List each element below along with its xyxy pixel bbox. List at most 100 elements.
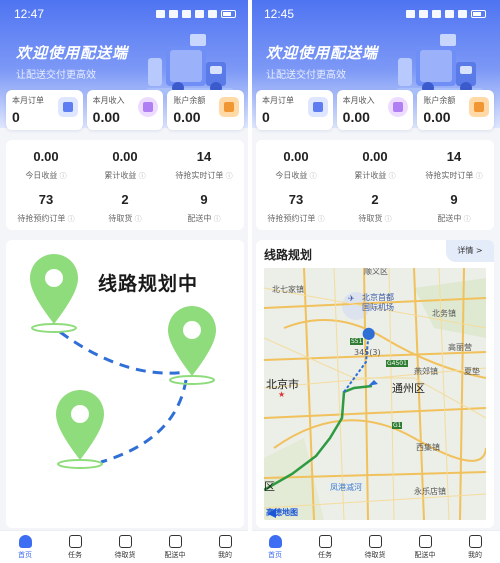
- stat-label: 累计收益: [85, 170, 165, 181]
- capital-star-icon: ★: [278, 390, 286, 399]
- account-balance-card[interactable]: 账户余额 0.00: [417, 90, 495, 130]
- monthly-income-card[interactable]: 本月收入 0.00: [336, 90, 414, 130]
- stat-realtime-orders[interactable]: 14 待抢实时订单: [414, 149, 494, 181]
- stats-panel: 0.00 今日收益 0.00 累计收益 14 待抢实时订单 73 待抢预约订单 …: [256, 140, 494, 230]
- stat-delivering[interactable]: 9 配送中: [164, 192, 244, 224]
- pin-icon: [56, 390, 104, 460]
- tab-label: 我的: [468, 551, 482, 559]
- stat-label: 今日收益: [6, 170, 86, 181]
- tab-delivering[interactable]: 配送中: [400, 531, 450, 563]
- stat-reserved-orders[interactable]: 73 待抢预约订单: [256, 192, 336, 224]
- monthly-income-card[interactable]: 本月收入 0.00: [86, 90, 164, 130]
- monthly-orders-card[interactable]: 本月订单 0: [6, 90, 83, 130]
- phone-right: 12:45 欢迎使用配送端 让配送交付更高效 本月订单 0 本月收入 0.00 …: [250, 0, 500, 563]
- stat-value: 0.00: [362, 149, 388, 164]
- stat-value: 9: [200, 192, 208, 207]
- tab-profile[interactable]: 我的: [450, 531, 500, 563]
- nfc-icon: [406, 10, 415, 18]
- summary-cards: 本月订单 0 本月收入 0.00 账户余额 0.00: [256, 90, 495, 130]
- status-time: 12:45: [264, 7, 295, 21]
- map-label: 345(3): [354, 348, 381, 357]
- battery-icon: [471, 10, 486, 18]
- tab-pending-pickup[interactable]: 待取货: [350, 531, 400, 563]
- stat-value: 2: [371, 192, 379, 207]
- amap-logo: 高德地图: [266, 508, 298, 517]
- stat-delivering[interactable]: 9 配送中: [414, 192, 494, 224]
- tab-pending-pickup[interactable]: 待取货: [100, 531, 150, 563]
- welcome-subtitle: 让配送交付更高效: [266, 70, 346, 81]
- stat-label: 待抢预约订单: [256, 213, 336, 224]
- stat-realtime-orders[interactable]: 14 待抢实时订单: [164, 149, 244, 181]
- tab-profile[interactable]: 我的: [200, 531, 250, 563]
- account-balance-card[interactable]: 账户余额 0.00: [167, 90, 245, 130]
- route-title: 线路规划: [264, 248, 313, 262]
- status-bar: 12:45: [250, 0, 500, 28]
- stat-today-earnings[interactable]: 0.00 今日收益: [6, 149, 86, 181]
- route-map[interactable]: 顺义区 北七家镇 北京首都 国际机场 ✈ 北务镇 高丽营 S51 G4501 G…: [264, 268, 486, 520]
- stat-value: 0.00: [283, 149, 309, 164]
- monthly-orders-card[interactable]: 本月订单 0: [256, 90, 333, 130]
- tab-label: 任务: [68, 551, 82, 559]
- clipboard-icon: [307, 97, 328, 117]
- wifi-icon: [445, 10, 454, 18]
- pin-icon: [30, 254, 78, 324]
- stat-pending-pickup[interactable]: 2 待取货: [85, 192, 165, 224]
- map-label: 北七家镇: [272, 285, 304, 294]
- location-icon: [182, 10, 191, 18]
- wallet-icon: [469, 97, 490, 117]
- tab-home[interactable]: 首页: [250, 531, 300, 563]
- package-icon: [118, 535, 132, 548]
- stat-value: 73: [38, 192, 54, 207]
- stat-label: 待取货: [335, 213, 415, 224]
- tab-home[interactable]: 首页: [0, 531, 50, 563]
- stat-total-earnings[interactable]: 0.00 累计收益: [335, 149, 415, 181]
- pin-icon: [168, 306, 216, 376]
- tab-tasks[interactable]: 任务: [50, 531, 100, 563]
- map-label: 永乐店镇: [414, 487, 446, 496]
- stats-panel: 0.00 今日收益 0.00 累计收益 14 待抢实时订单 73 待抢预约订单 …: [6, 140, 244, 230]
- tab-label: 配送中: [164, 551, 186, 559]
- signal-icon: [458, 10, 467, 18]
- destination-pin-icon[interactable]: ⬤: [362, 326, 375, 340]
- stat-label: 今日收益: [256, 170, 336, 181]
- road-sign: G4501: [386, 360, 408, 367]
- divider: [248, 0, 252, 563]
- wifi-icon: [195, 10, 204, 18]
- tab-delivering[interactable]: 配送中: [150, 531, 200, 563]
- nfc-icon: [156, 10, 165, 18]
- stat-pending-pickup[interactable]: 2 待取货: [335, 192, 415, 224]
- map-label: 北务镇: [432, 309, 456, 318]
- map-label: 夏垫: [464, 367, 480, 376]
- location-icon: [432, 10, 441, 18]
- stat-value: 0.00: [112, 149, 138, 164]
- tab-label: 配送中: [414, 551, 436, 559]
- map-label: 西集镇: [416, 443, 440, 452]
- route-detail-button[interactable]: 详情 >: [446, 240, 494, 262]
- tab-tasks[interactable]: 任务: [300, 531, 350, 563]
- welcome-title: 欢迎使用配送端: [16, 44, 129, 62]
- map-label: 顺义区: [364, 268, 388, 276]
- delivering-icon: [418, 535, 432, 548]
- road-sign: G1: [392, 422, 403, 429]
- tab-label: 首页: [268, 551, 282, 559]
- home-icon: [18, 535, 32, 548]
- tab-label: 任务: [318, 551, 332, 559]
- map-label: 燕郊镇: [414, 367, 438, 376]
- stat-total-earnings[interactable]: 0.00 累计收益: [85, 149, 165, 181]
- clipboard-icon: [57, 97, 78, 117]
- stat-today-earnings[interactable]: 0.00 今日收益: [256, 149, 336, 181]
- bluetooth-icon: [169, 10, 178, 18]
- home-icon: [268, 535, 282, 548]
- route-planning-panel: 线路规划中: [6, 240, 244, 528]
- airport-icon: ✈: [348, 294, 355, 303]
- stat-value: 14: [196, 149, 212, 164]
- map-label: 区: [264, 480, 275, 493]
- stat-value: 2: [121, 192, 129, 207]
- map-label: 通州区: [392, 382, 425, 395]
- stat-value: 14: [446, 149, 462, 164]
- stat-reserved-orders[interactable]: 73 待抢预约订单: [6, 192, 86, 224]
- status-icons: [406, 10, 486, 18]
- signal-icon: [208, 10, 217, 18]
- stat-value: 9: [450, 192, 458, 207]
- screenshot-pair: 12:47 欢迎使用配送端 让配送交付更高效 本月订单 0 本月收入 0.00 …: [0, 0, 500, 563]
